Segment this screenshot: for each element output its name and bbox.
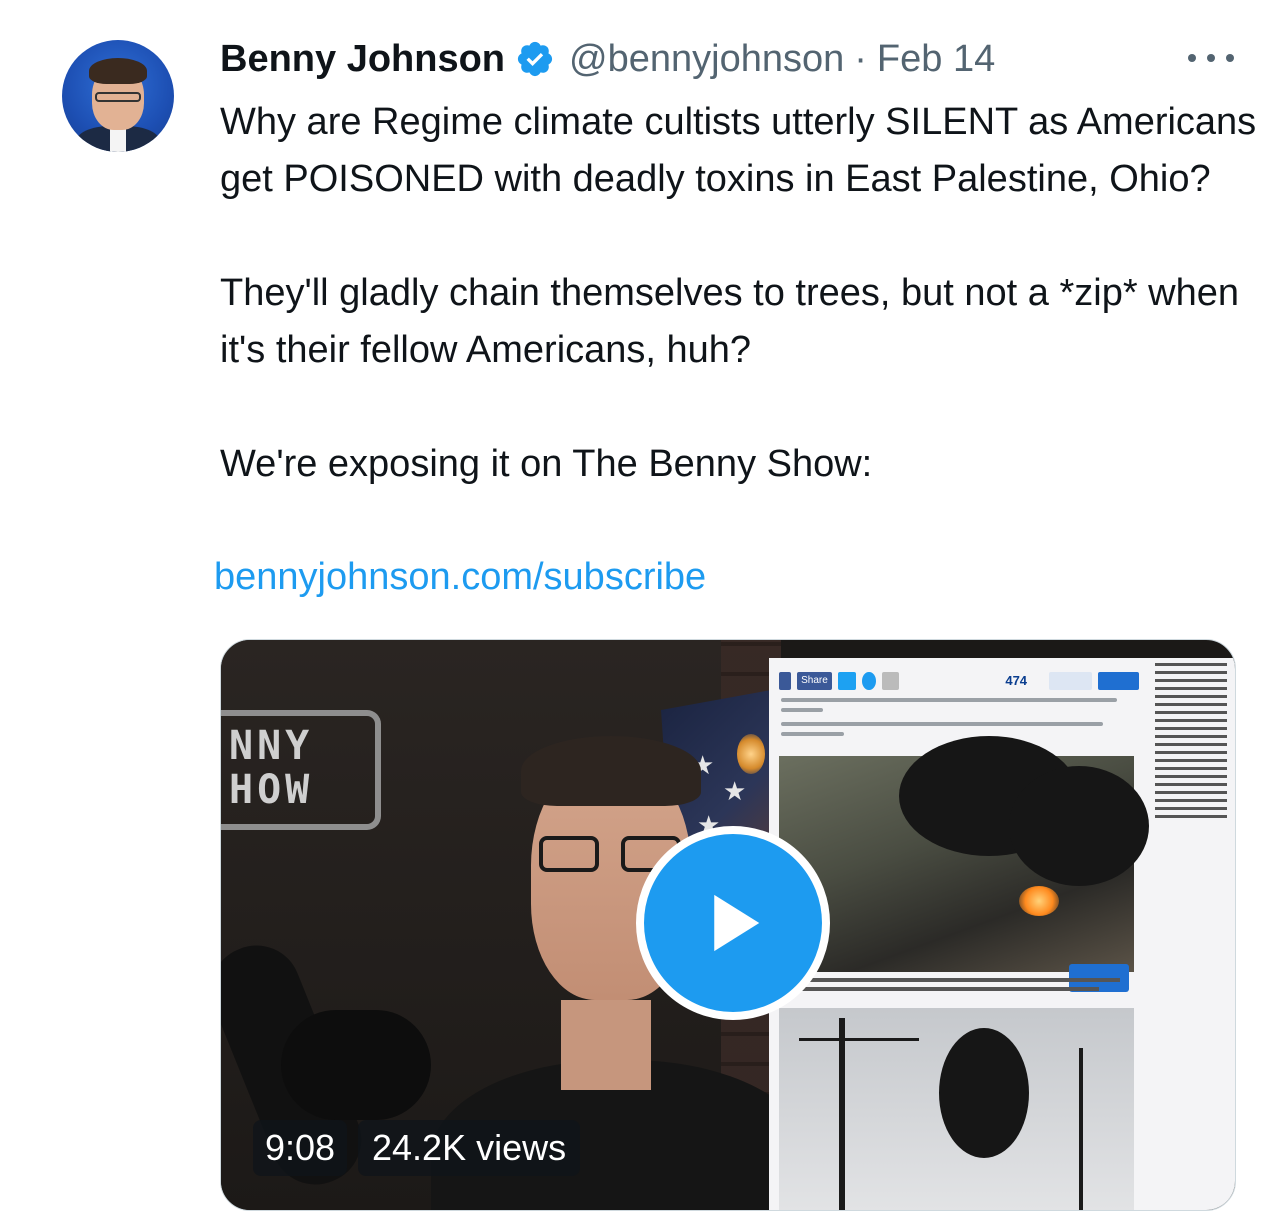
article-text xyxy=(781,698,1131,742)
sidebar-line xyxy=(1155,783,1227,786)
sidebar-line xyxy=(1155,687,1227,690)
tweet-date[interactable]: Feb 14 xyxy=(877,38,995,81)
sidebar-line xyxy=(1155,767,1227,770)
play-triangle xyxy=(714,894,760,952)
sidebar-line xyxy=(1155,663,1227,666)
neon-sign-line: HOW xyxy=(229,767,314,813)
sidebar-line xyxy=(1155,719,1227,722)
more-dot xyxy=(1188,54,1196,62)
sidebar-line xyxy=(1155,751,1227,754)
avatar-glasses xyxy=(95,92,141,102)
facebook-icon xyxy=(779,672,791,690)
sidebar-line xyxy=(1155,703,1227,706)
article-share-bar: Share 474 xyxy=(779,668,1139,694)
sidebar-line xyxy=(1155,671,1227,674)
sidebar-line xyxy=(1155,679,1227,682)
star-icon: ★ xyxy=(723,776,747,806)
sidebar-line xyxy=(1155,727,1227,730)
microphone-arm xyxy=(281,1010,431,1120)
twitter-icon xyxy=(838,672,856,690)
verified-badge-icon[interactable] xyxy=(515,39,555,79)
smoke-column xyxy=(939,1028,1029,1158)
sidebar-line xyxy=(1155,791,1227,794)
messenger-icon xyxy=(861,672,876,690)
tweet-paragraph-2: They'll gladly chain themselves to trees… xyxy=(220,272,1240,371)
light-bulb xyxy=(737,734,765,774)
article-sidebar xyxy=(1149,658,1233,1210)
play-icon[interactable] xyxy=(636,826,830,1020)
sidebar-line xyxy=(1155,759,1227,762)
utility-pole xyxy=(839,1018,845,1210)
video-duration: 9:08 xyxy=(253,1120,348,1176)
sidebar-line xyxy=(1155,695,1227,698)
sidebar-line xyxy=(1155,807,1227,810)
more-dot xyxy=(1207,54,1215,62)
caption-line xyxy=(779,987,1099,991)
host-hair xyxy=(521,736,701,806)
sidebar-line xyxy=(1155,743,1227,746)
text-line xyxy=(781,698,1117,702)
share-label: Share xyxy=(796,672,833,690)
sidebar-line xyxy=(1155,815,1227,818)
author-handle[interactable]: @bennyjohnson xyxy=(569,38,844,81)
neon-sign: NNY HOW xyxy=(229,724,313,812)
sidebar-line xyxy=(1155,775,1227,778)
avatar-hair xyxy=(89,58,147,84)
sidebar-line xyxy=(1155,799,1227,802)
author-avatar[interactable] xyxy=(62,40,174,152)
power-line xyxy=(799,1038,919,1041)
news-article-screenshot: Share 474 xyxy=(769,658,1235,1210)
tweet-spacer xyxy=(220,379,1260,436)
more-options-icon[interactable] xyxy=(1188,38,1234,78)
caption-line xyxy=(779,978,1120,982)
comment-count: 474 xyxy=(1005,673,1028,688)
sidebar-line xyxy=(1155,711,1227,714)
tweet-spacer xyxy=(220,208,1260,265)
home-button xyxy=(1097,672,1139,690)
tweet-paragraph-1: Why are Regime climate cultists utterly … xyxy=(220,101,1257,200)
subscribe-link[interactable]: bennyjohnson.com/subscribe xyxy=(214,549,706,606)
header-separator: · xyxy=(854,37,867,80)
top-button xyxy=(1048,672,1092,690)
tweet-paragraph-3: We're exposing it on The Benny Show: xyxy=(220,443,873,485)
more-dot xyxy=(1226,54,1234,62)
text-line xyxy=(781,732,844,736)
view-count: 24.2K views xyxy=(358,1120,581,1176)
host-neck xyxy=(561,1000,651,1090)
neon-sign-line: NNY xyxy=(229,723,314,769)
tweet-text: Why are Regime climate cultists utterly … xyxy=(220,94,1260,493)
tweet-header: Benny Johnson @bennyjohnson · Feb 14 xyxy=(220,34,995,84)
text-line xyxy=(781,708,823,712)
smoke-photo xyxy=(779,1008,1134,1210)
smoke-plume xyxy=(1009,766,1149,886)
email-icon xyxy=(881,672,900,690)
text-line xyxy=(781,722,1103,726)
tree-trunk xyxy=(1079,1048,1083,1210)
author-name[interactable]: Benny Johnson xyxy=(220,38,505,81)
sidebar-line xyxy=(1155,735,1227,738)
glasses-lens xyxy=(539,836,599,872)
fire xyxy=(1019,886,1059,916)
derailment-photo xyxy=(779,736,1149,972)
photo-caption xyxy=(779,978,1134,996)
